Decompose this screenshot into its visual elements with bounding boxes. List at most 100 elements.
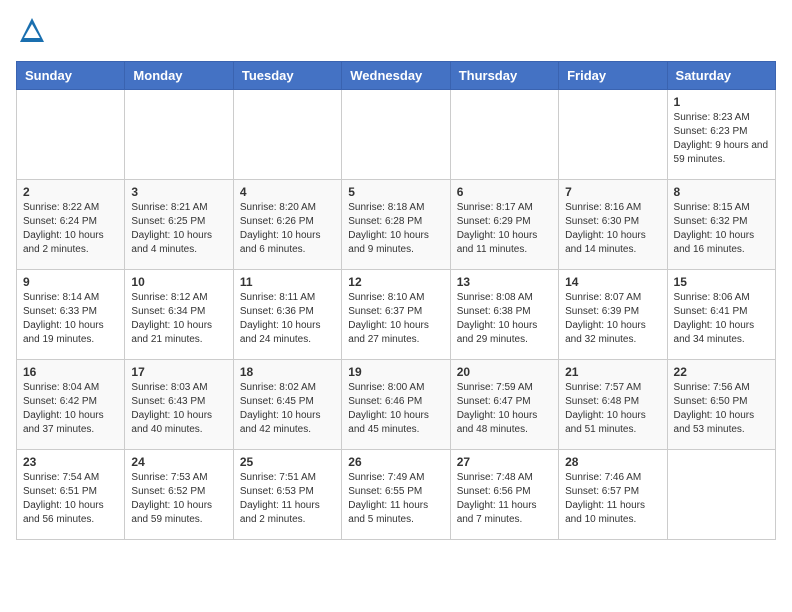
day-cell-16: 16 Sunrise: 8:04 AMSunset: 6:42 PMDaylig… <box>17 360 125 450</box>
empty-cell <box>17 90 125 180</box>
day-cell-21: 21 Sunrise: 7:57 AMSunset: 6:48 PMDaylig… <box>559 360 667 450</box>
calendar-table: SundayMondayTuesdayWednesdayThursdayFrid… <box>16 61 776 540</box>
empty-cell <box>125 90 233 180</box>
day-number: 23 <box>23 455 118 469</box>
day-cell-27: 27 Sunrise: 7:48 AMSunset: 6:56 PMDaylig… <box>450 450 558 540</box>
day-cell-22: 22 Sunrise: 7:56 AMSunset: 6:50 PMDaylig… <box>667 360 775 450</box>
day-number: 7 <box>565 185 660 199</box>
day-info: Sunrise: 8:18 AMSunset: 6:28 PMDaylight:… <box>348 202 429 255</box>
day-number: 3 <box>131 185 226 199</box>
day-cell-20: 20 Sunrise: 7:59 AMSunset: 6:47 PMDaylig… <box>450 360 558 450</box>
day-cell-13: 13 Sunrise: 8:08 AMSunset: 6:38 PMDaylig… <box>450 270 558 360</box>
day-info: Sunrise: 8:04 AMSunset: 6:42 PMDaylight:… <box>23 382 104 435</box>
day-number: 5 <box>348 185 443 199</box>
day-info: Sunrise: 8:08 AMSunset: 6:38 PMDaylight:… <box>457 292 538 345</box>
day-cell-4: 4 Sunrise: 8:20 AMSunset: 6:26 PMDayligh… <box>233 180 341 270</box>
day-number: 14 <box>565 275 660 289</box>
day-info: Sunrise: 8:23 AMSunset: 6:23 PMDaylight:… <box>674 112 769 165</box>
day-number: 12 <box>348 275 443 289</box>
day-info: Sunrise: 7:49 AMSunset: 6:55 PMDaylight:… <box>348 472 428 525</box>
day-info: Sunrise: 7:57 AMSunset: 6:48 PMDaylight:… <box>565 382 646 435</box>
day-info: Sunrise: 7:54 AMSunset: 6:51 PMDaylight:… <box>23 472 104 525</box>
day-number: 17 <box>131 365 226 379</box>
day-cell-12: 12 Sunrise: 8:10 AMSunset: 6:37 PMDaylig… <box>342 270 450 360</box>
day-number: 28 <box>565 455 660 469</box>
day-cell-19: 19 Sunrise: 8:00 AMSunset: 6:46 PMDaylig… <box>342 360 450 450</box>
day-info: Sunrise: 8:11 AMSunset: 6:36 PMDaylight:… <box>240 292 321 345</box>
empty-cell <box>450 90 558 180</box>
day-number: 25 <box>240 455 335 469</box>
day-number: 19 <box>348 365 443 379</box>
day-info: Sunrise: 7:46 AMSunset: 6:57 PMDaylight:… <box>565 472 645 525</box>
day-cell-28: 28 Sunrise: 7:46 AMSunset: 6:57 PMDaylig… <box>559 450 667 540</box>
day-info: Sunrise: 8:17 AMSunset: 6:29 PMDaylight:… <box>457 202 538 255</box>
day-info: Sunrise: 8:10 AMSunset: 6:37 PMDaylight:… <box>348 292 429 345</box>
weekday-header-wednesday: Wednesday <box>342 62 450 90</box>
day-cell-17: 17 Sunrise: 8:03 AMSunset: 6:43 PMDaylig… <box>125 360 233 450</box>
day-number: 11 <box>240 275 335 289</box>
day-info: Sunrise: 8:03 AMSunset: 6:43 PMDaylight:… <box>131 382 212 435</box>
day-number: 1 <box>674 95 769 109</box>
day-number: 2 <box>23 185 118 199</box>
day-cell-5: 5 Sunrise: 8:18 AMSunset: 6:28 PMDayligh… <box>342 180 450 270</box>
weekday-header-friday: Friday <box>559 62 667 90</box>
day-cell-14: 14 Sunrise: 8:07 AMSunset: 6:39 PMDaylig… <box>559 270 667 360</box>
day-info: Sunrise: 8:06 AMSunset: 6:41 PMDaylight:… <box>674 292 755 345</box>
weekday-header-monday: Monday <box>125 62 233 90</box>
weekday-header-sunday: Sunday <box>17 62 125 90</box>
weekday-header-saturday: Saturday <box>667 62 775 90</box>
day-number: 13 <box>457 275 552 289</box>
day-cell-7: 7 Sunrise: 8:16 AMSunset: 6:30 PMDayligh… <box>559 180 667 270</box>
page-header <box>16 16 776 49</box>
day-number: 24 <box>131 455 226 469</box>
day-number: 6 <box>457 185 552 199</box>
day-info: Sunrise: 7:51 AMSunset: 6:53 PMDaylight:… <box>240 472 320 525</box>
day-cell-11: 11 Sunrise: 8:11 AMSunset: 6:36 PMDaylig… <box>233 270 341 360</box>
day-number: 4 <box>240 185 335 199</box>
day-cell-24: 24 Sunrise: 7:53 AMSunset: 6:52 PMDaylig… <box>125 450 233 540</box>
day-cell-2: 2 Sunrise: 8:22 AMSunset: 6:24 PMDayligh… <box>17 180 125 270</box>
day-info: Sunrise: 8:16 AMSunset: 6:30 PMDaylight:… <box>565 202 646 255</box>
day-info: Sunrise: 8:15 AMSunset: 6:32 PMDaylight:… <box>674 202 755 255</box>
empty-cell <box>233 90 341 180</box>
day-number: 27 <box>457 455 552 469</box>
day-cell-6: 6 Sunrise: 8:17 AMSunset: 6:29 PMDayligh… <box>450 180 558 270</box>
day-info: Sunrise: 8:20 AMSunset: 6:26 PMDaylight:… <box>240 202 321 255</box>
day-number: 16 <box>23 365 118 379</box>
day-cell-10: 10 Sunrise: 8:12 AMSunset: 6:34 PMDaylig… <box>125 270 233 360</box>
day-number: 18 <box>240 365 335 379</box>
day-cell-8: 8 Sunrise: 8:15 AMSunset: 6:32 PMDayligh… <box>667 180 775 270</box>
day-info: Sunrise: 7:56 AMSunset: 6:50 PMDaylight:… <box>674 382 755 435</box>
day-cell-23: 23 Sunrise: 7:54 AMSunset: 6:51 PMDaylig… <box>17 450 125 540</box>
day-info: Sunrise: 8:22 AMSunset: 6:24 PMDaylight:… <box>23 202 104 255</box>
day-cell-26: 26 Sunrise: 7:49 AMSunset: 6:55 PMDaylig… <box>342 450 450 540</box>
day-cell-9: 9 Sunrise: 8:14 AMSunset: 6:33 PMDayligh… <box>17 270 125 360</box>
day-number: 22 <box>674 365 769 379</box>
day-info: Sunrise: 7:48 AMSunset: 6:56 PMDaylight:… <box>457 472 537 525</box>
empty-cell <box>667 450 775 540</box>
day-info: Sunrise: 8:14 AMSunset: 6:33 PMDaylight:… <box>23 292 104 345</box>
empty-cell <box>342 90 450 180</box>
day-number: 9 <box>23 275 118 289</box>
day-cell-25: 25 Sunrise: 7:51 AMSunset: 6:53 PMDaylig… <box>233 450 341 540</box>
day-info: Sunrise: 7:53 AMSunset: 6:52 PMDaylight:… <box>131 472 212 525</box>
day-info: Sunrise: 8:02 AMSunset: 6:45 PMDaylight:… <box>240 382 321 435</box>
day-number: 10 <box>131 275 226 289</box>
day-number: 8 <box>674 185 769 199</box>
day-info: Sunrise: 8:21 AMSunset: 6:25 PMDaylight:… <box>131 202 212 255</box>
day-cell-15: 15 Sunrise: 8:06 AMSunset: 6:41 PMDaylig… <box>667 270 775 360</box>
day-info: Sunrise: 8:00 AMSunset: 6:46 PMDaylight:… <box>348 382 429 435</box>
weekday-header-thursday: Thursday <box>450 62 558 90</box>
empty-cell <box>559 90 667 180</box>
logo-icon <box>18 16 46 44</box>
day-number: 20 <box>457 365 552 379</box>
day-number: 15 <box>674 275 769 289</box>
weekday-header-tuesday: Tuesday <box>233 62 341 90</box>
day-cell-1: 1 Sunrise: 8:23 AMSunset: 6:23 PMDayligh… <box>667 90 775 180</box>
day-number: 21 <box>565 365 660 379</box>
day-info: Sunrise: 8:07 AMSunset: 6:39 PMDaylight:… <box>565 292 646 345</box>
logo <box>16 16 46 49</box>
day-info: Sunrise: 8:12 AMSunset: 6:34 PMDaylight:… <box>131 292 212 345</box>
day-cell-3: 3 Sunrise: 8:21 AMSunset: 6:25 PMDayligh… <box>125 180 233 270</box>
day-info: Sunrise: 7:59 AMSunset: 6:47 PMDaylight:… <box>457 382 538 435</box>
